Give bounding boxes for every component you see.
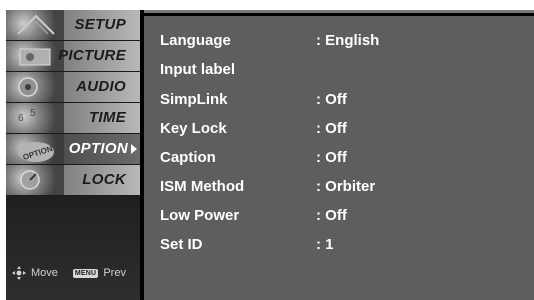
menu-item-picture[interactable]: PICTURE	[6, 41, 140, 72]
option-row-caption[interactable]: Caption : Off	[160, 149, 520, 171]
option-value: : Off	[316, 149, 347, 166]
option-row-low-power[interactable]: Low Power : Off	[160, 207, 520, 229]
menu-key-icon: MENU	[72, 268, 99, 278]
menu-background	[6, 196, 140, 300]
option-row-set-id[interactable]: Set ID : 1	[160, 236, 520, 258]
option-name: Key Lock	[160, 120, 227, 137]
audio-thumbnail-icon	[6, 72, 64, 102]
option-value: : Orbiter	[316, 178, 376, 195]
time-thumbnail-icon: 65	[6, 103, 64, 133]
option-name: SimpLink	[160, 91, 228, 108]
option-row-language[interactable]: Language : English	[160, 32, 520, 54]
menu-item-setup-label: SETUP	[74, 16, 126, 33]
option-panel: Language : English Input label SimpLink …	[144, 10, 534, 300]
option-value: : Off	[316, 120, 347, 137]
menu-footer: Move MENU Prev	[12, 263, 140, 283]
move-icon	[12, 266, 26, 280]
option-name: Input label	[160, 61, 235, 78]
option-value: : Off	[316, 207, 347, 224]
option-thumbnail-icon: OPTION	[6, 134, 64, 164]
option-name: ISM Method	[160, 178, 245, 195]
svg-text:6: 6	[18, 113, 24, 124]
prev-label: Prev	[103, 267, 126, 279]
option-name: Low Power	[160, 207, 240, 224]
arrow-right-icon	[131, 144, 137, 154]
option-name: Set ID	[160, 236, 203, 253]
option-value: : 1	[316, 236, 334, 253]
option-row-key-lock[interactable]: Key Lock : Off	[160, 120, 520, 142]
menu-item-option[interactable]: OPTION OPTION	[6, 134, 140, 165]
menu-item-time-label: TIME	[88, 109, 126, 126]
move-label: Move	[31, 267, 58, 279]
svg-text:5: 5	[30, 108, 36, 119]
menu-item-audio[interactable]: AUDIO	[6, 72, 140, 103]
picture-thumbnail-icon	[6, 41, 64, 71]
setup-thumbnail-icon	[6, 10, 64, 40]
menu-item-setup[interactable]: SETUP	[6, 10, 140, 41]
menu-item-option-label: OPTION	[68, 140, 128, 157]
option-row-simplink[interactable]: SimpLink : Off	[160, 91, 520, 113]
menu-item-time[interactable]: 65 TIME	[6, 103, 140, 134]
menu-item-picture-label: PICTURE	[58, 47, 126, 64]
option-row-ism-method[interactable]: ISM Method : Orbiter	[160, 178, 520, 200]
option-value: : Off	[316, 91, 347, 108]
option-value: : English	[316, 32, 380, 49]
option-row-input-label[interactable]: Input label	[160, 61, 520, 83]
lock-thumbnail-icon	[6, 165, 64, 195]
menu-item-audio-label: AUDIO	[76, 78, 126, 95]
tv-menu-screen: SETUP PICTURE AUDIO 65 TIME OPTION OPTIO…	[6, 10, 534, 300]
option-name: Language	[160, 32, 231, 49]
menu-item-lock[interactable]: LOCK	[6, 165, 140, 196]
menu-item-lock-label: LOCK	[82, 171, 126, 188]
option-name: Caption	[160, 149, 216, 166]
main-menu: SETUP PICTURE AUDIO 65 TIME OPTION OPTIO…	[6, 10, 140, 300]
